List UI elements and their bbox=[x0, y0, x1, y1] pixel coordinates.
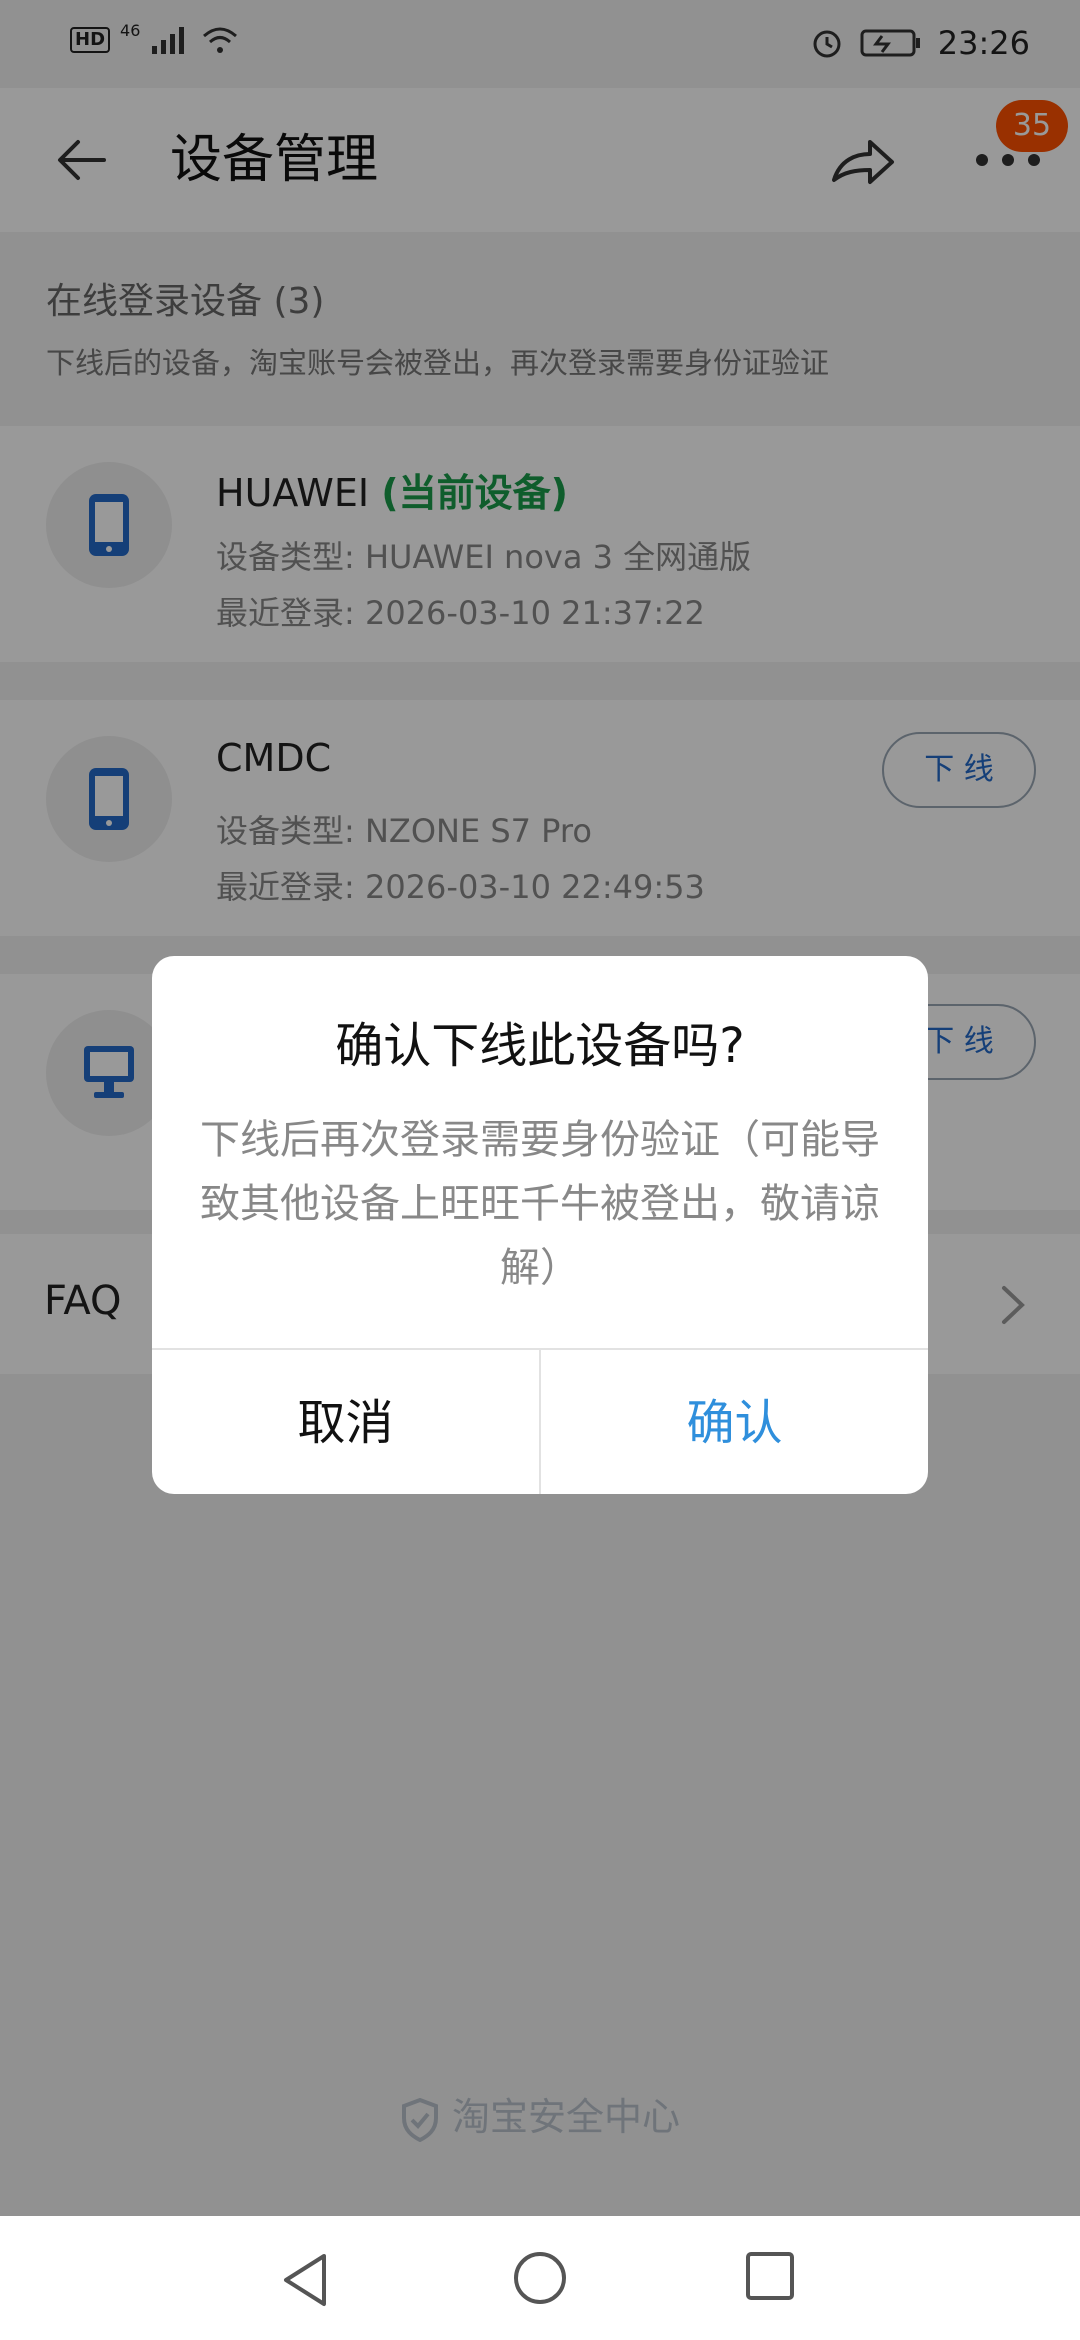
system-nav-bar bbox=[0, 2216, 1080, 2340]
nav-recent-icon[interactable] bbox=[744, 2250, 796, 2302]
dialog-title: 确认下线此设备吗? bbox=[335, 1018, 745, 1074]
nav-back-icon[interactable] bbox=[280, 2252, 332, 2308]
dialog-actions: 取消 确认 bbox=[152, 1348, 928, 1494]
confirm-dialog: 确认下线此设备吗? 下线后再次登录需要身份验证（可能导致其他设备上旺旺千牛被登出… bbox=[152, 956, 928, 1494]
nav-home-icon[interactable] bbox=[512, 2250, 568, 2306]
dialog-message: 下线后再次登录需要身份验证（可能导致其他设备上旺旺千牛被登出，敬请谅解） bbox=[200, 1117, 880, 1291]
confirm-button[interactable]: 确认 bbox=[541, 1350, 928, 1494]
cancel-button[interactable]: 取消 bbox=[152, 1350, 541, 1494]
